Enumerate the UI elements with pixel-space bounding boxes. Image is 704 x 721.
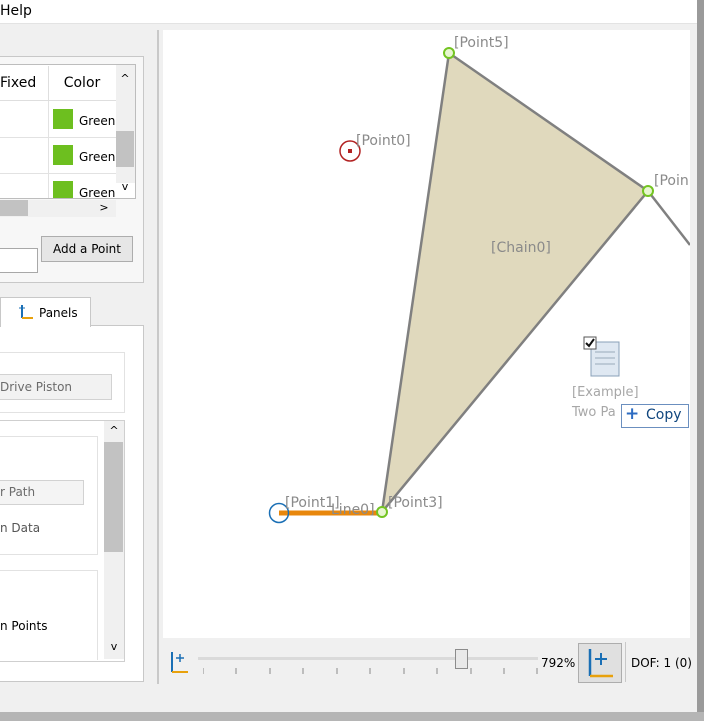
- drive-piston-button[interactable]: Drive Piston: [0, 374, 112, 400]
- color-label: Green: [79, 114, 116, 128]
- cell-divider: [48, 137, 49, 173]
- zoom-slider-track[interactable]: [198, 657, 538, 660]
- chain0-label: [Chain0]: [491, 240, 551, 256]
- point-name-input[interactable]: [0, 248, 38, 273]
- copy-label: Copy: [646, 407, 682, 423]
- zoom-slider-ticks: [203, 668, 538, 674]
- points-label: n Points: [0, 619, 48, 633]
- path-field[interactable]: r Path: [0, 480, 84, 505]
- table-header: Fixed Color: [0, 66, 116, 101]
- menu-help[interactable]: Help: [0, 3, 32, 19]
- add-point-button[interactable]: Add a Point: [41, 236, 133, 262]
- zoom-slider-thumb[interactable]: [455, 649, 468, 669]
- scroll-up-icon[interactable]: ^: [106, 424, 122, 438]
- scroll-right-icon[interactable]: >: [96, 200, 112, 216]
- splitter[interactable]: [157, 30, 159, 684]
- dof-status: DOF: 1 (0): [631, 656, 692, 670]
- window-border: [0, 712, 704, 721]
- scrollbar-thumb[interactable]: [104, 442, 123, 552]
- table-row[interactable]: Green: [0, 173, 116, 199]
- color-swatch: [53, 181, 73, 198]
- notepad-file-icon: [583, 336, 620, 377]
- point5-label: [Point5]: [454, 35, 509, 51]
- group-box: [0, 570, 98, 660]
- menu-bar: Help: [0, 0, 697, 24]
- tab-panels[interactable]: Panels: [0, 297, 91, 327]
- point3-marker[interactable]: [376, 506, 388, 518]
- data-label: n Data: [0, 521, 41, 535]
- toolbar-divider: [625, 642, 626, 682]
- color-label: Green: [79, 150, 116, 164]
- cell-divider: [48, 173, 49, 198]
- mechanism-canvas[interactable]: [Point0] [Point1] Line0] [Point3] [Point…: [163, 30, 690, 638]
- scroll-down-icon[interactable]: v: [118, 180, 132, 194]
- plus-icon: +: [625, 404, 640, 424]
- window-border: [697, 0, 704, 721]
- zoom-fit-icon[interactable]: [168, 650, 190, 676]
- axes-icon: [19, 305, 33, 319]
- point4-marker[interactable]: [642, 185, 654, 197]
- tab-panels-label: Panels: [39, 306, 78, 320]
- link-line[interactable]: [647, 190, 690, 246]
- scroll-up-icon[interactable]: ^: [118, 72, 132, 86]
- snap-axes-toggle[interactable]: [578, 643, 622, 683]
- table-row[interactable]: Green: [0, 137, 116, 174]
- axes-icon: [588, 649, 613, 678]
- scrollbar-thumb[interactable]: [116, 131, 134, 167]
- dragged-file-label: Two Pa: [572, 405, 616, 420]
- point0-label: [Point0]: [356, 133, 411, 149]
- chain0-shape[interactable]: [380, 50, 650, 517]
- point3-label: [Point3]: [388, 495, 443, 511]
- line0-label: Line0]: [331, 502, 375, 518]
- point5-marker[interactable]: [443, 47, 455, 59]
- dragged-file-label: [Example]: [572, 385, 639, 400]
- column-header-fixed[interactable]: Fixed: [0, 66, 49, 100]
- scroll-down-icon[interactable]: v: [106, 640, 122, 654]
- color-label: Green: [79, 186, 116, 199]
- zoom-level: 792%: [541, 656, 576, 670]
- scrollbar-thumb[interactable]: [0, 200, 28, 216]
- point0-dot: [348, 149, 352, 153]
- point4-label: [Poin: [654, 173, 689, 189]
- color-swatch: [53, 145, 73, 165]
- cell-divider: [48, 101, 49, 137]
- color-swatch: [53, 109, 73, 129]
- column-header-color[interactable]: Color: [49, 66, 115, 100]
- table-row[interactable]: Green: [0, 101, 116, 138]
